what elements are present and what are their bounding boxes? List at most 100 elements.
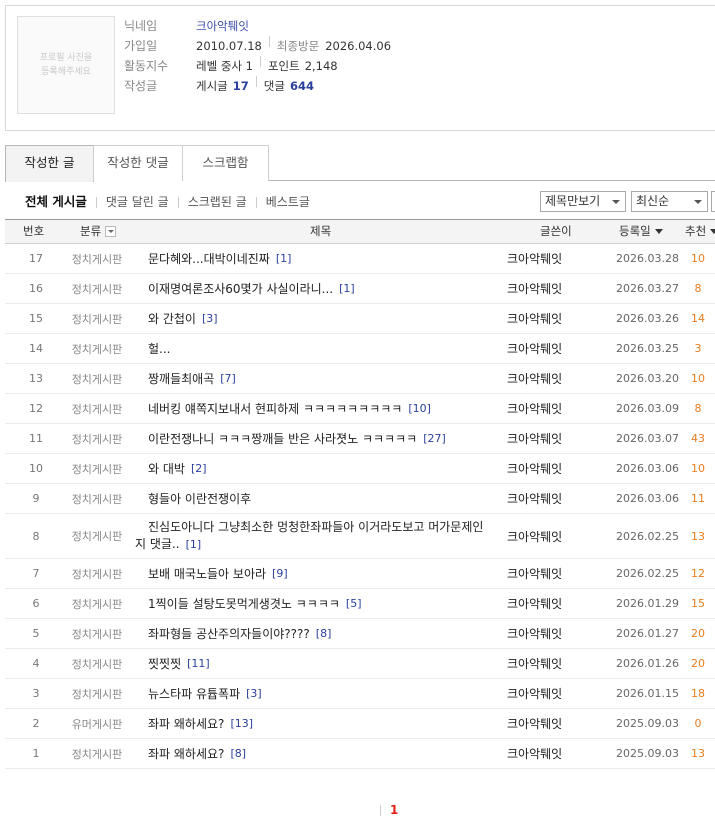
post-author[interactable]: 크아악퉤잇	[507, 304, 597, 333]
post-category[interactable]: 정치게시판	[67, 244, 127, 273]
post-category[interactable]: 정치게시판	[67, 424, 127, 453]
header-recommend[interactable]: 추천	[685, 220, 715, 244]
comment-count[interactable]: 644	[290, 76, 314, 96]
post-category[interactable]: 정치게시판	[67, 394, 127, 423]
post-author[interactable]: 크아악퉤잇	[507, 709, 597, 738]
post-title-cell[interactable]: 1찍이들 설탕도못먹게생겻노 ㅋㅋㅋㅋ [5]	[148, 589, 503, 618]
post-title[interactable]: 이란전쟁나니 ㅋㅋㅋ짱깨들 반은 사라졋노 ㅋㅋㅋㅋㅋ	[148, 430, 417, 447]
post-author[interactable]: 크아악퉤잇	[507, 739, 597, 768]
comment-count-badge[interactable]: [27]	[423, 432, 446, 445]
header-category[interactable]: 분류	[80, 220, 117, 244]
filter-all-posts[interactable]: 전체 게시글	[25, 190, 87, 214]
post-title-cell[interactable]: 형들아 이란전쟁이후	[148, 484, 503, 513]
comment-count-badge[interactable]: [1]	[339, 282, 355, 295]
post-category[interactable]: 정치게시판	[67, 589, 127, 618]
comment-count-badge[interactable]: [10]	[408, 402, 431, 415]
post-category[interactable]: 정치게시판	[67, 514, 127, 558]
post-author[interactable]: 크아악퉤잇	[507, 454, 597, 483]
comment-count-badge[interactable]: [2]	[191, 462, 207, 475]
comment-count-badge[interactable]: [3]	[246, 687, 262, 700]
comment-count-badge[interactable]: [13]	[230, 717, 253, 730]
post-title[interactable]: 좌파 왜하세요?	[148, 745, 224, 762]
comment-count-badge[interactable]: [11]	[187, 657, 210, 670]
post-title[interactable]: 네버킹 얘쪽지보내서 현피하제 ㅋㅋㅋㅋㅋㅋㅋㅋㅋ	[148, 400, 402, 417]
post-title-cell[interactable]: 와 간첩이 [3]	[148, 304, 503, 333]
post-title[interactable]: 뉴스타파 유튭폭파	[148, 685, 240, 702]
post-author[interactable]: 크아악퉤잇	[507, 244, 597, 273]
filter-scrapped-posts[interactable]: 스크랩된 글	[188, 190, 247, 214]
post-title-cell[interactable]: 좌파 왜하세요? [13]	[148, 709, 503, 738]
post-title-cell[interactable]: 좌파 왜하세요? [8]	[148, 739, 503, 768]
comment-count-badge[interactable]: [1]	[276, 252, 292, 265]
post-author[interactable]: 크아악퉤잇	[507, 364, 597, 393]
post-author[interactable]: 크아악퉤잇	[507, 274, 597, 303]
sort-select[interactable]: 최신순	[631, 191, 708, 212]
post-title[interactable]: 와 대박	[148, 460, 185, 477]
page-current[interactable]: 1	[390, 803, 398, 817]
post-category[interactable]: 정치게시판	[67, 739, 127, 768]
post-author[interactable]: 크아악퉤잇	[507, 394, 597, 423]
post-title-cell[interactable]: 이재명여론조사60몇가 사실이라니... [1]	[148, 274, 503, 303]
comment-count-badge[interactable]: [1]	[186, 538, 202, 551]
post-title-cell[interactable]: 헐...	[148, 334, 503, 363]
post-category[interactable]: 정치게시판	[67, 454, 127, 483]
post-title-cell[interactable]: 와 대박 [2]	[148, 454, 503, 483]
post-title-cell[interactable]: 짱깨들최애곡 [7]	[148, 364, 503, 393]
post-category[interactable]: 정치게시판	[67, 619, 127, 648]
post-title-cell[interactable]: 좌파형들 공산주의자들이야???? [8]	[148, 619, 503, 648]
post-title-cell[interactable]: 보배 매국노들아 보아라 [9]	[148, 559, 503, 588]
filter-best-posts[interactable]: 베스트글	[266, 190, 310, 214]
post-category[interactable]: 정치게시판	[67, 649, 127, 678]
post-count[interactable]: 17	[233, 76, 249, 96]
post-author[interactable]: 크아악퉤잇	[507, 589, 597, 618]
post-title[interactable]: 찟찟찟	[148, 655, 181, 672]
post-category[interactable]: 정치게시판	[67, 364, 127, 393]
tab-written-posts[interactable]: 작성한 글	[5, 145, 94, 182]
post-title-cell[interactable]: 뉴스타파 유튭폭파 [3]	[148, 679, 503, 708]
post-author[interactable]: 크아악퉤잇	[507, 619, 597, 648]
post-category[interactable]: 정치게시판	[67, 559, 127, 588]
post-title[interactable]: 와 간첩이	[148, 310, 196, 327]
comment-count-badge[interactable]: [3]	[202, 312, 218, 325]
post-category[interactable]: 정치게시판	[67, 274, 127, 303]
post-category[interactable]: 정치게시판	[67, 484, 127, 513]
view-mode-select[interactable]: 제목만보기	[540, 191, 626, 212]
post-title-wrap[interactable]: 진심도아니다 그냥최소한 멍청한좌파들아 이거라도보고 머가문제인지 댓글..[…	[135, 519, 490, 553]
post-category[interactable]: 정치게시판	[67, 334, 127, 363]
post-author[interactable]: 크아악퉤잇	[507, 424, 597, 453]
post-title[interactable]: 좌파 왜하세요?	[148, 715, 224, 732]
post-title-cell[interactable]: 문다혜와...대박이네진짜 [1]	[148, 244, 503, 273]
post-title-cell[interactable]: 네버킹 얘쪽지보내서 현피하제 ㅋㅋㅋㅋㅋㅋㅋㅋㅋ [10]	[148, 394, 503, 423]
comment-count-badge[interactable]: [5]	[346, 597, 362, 610]
filter-commented-posts[interactable]: 댓글 달린 글	[106, 190, 169, 214]
profile-photo-placeholder[interactable]: 프로필 사진을 등록해주세요	[17, 16, 115, 114]
post-title[interactable]: 형들아 이란전쟁이후	[148, 490, 251, 507]
post-title[interactable]: 좌파형들 공산주의자들이야????	[148, 625, 310, 642]
post-author[interactable]: 크아악퉤잇	[507, 334, 597, 363]
tab-written-comments[interactable]: 작성한 댓글	[93, 145, 183, 181]
post-title-cell[interactable]: 찟찟찟 [11]	[148, 649, 503, 678]
comment-count-badge[interactable]: [7]	[220, 372, 236, 385]
tab-scrap[interactable]: 스크랩함	[182, 145, 269, 181]
post-author[interactable]: 크아악퉤잇	[507, 649, 597, 678]
post-title[interactable]: 1찍이들 설탕도못먹게생겻노 ㅋㅋㅋㅋ	[148, 595, 340, 612]
post-title[interactable]: 이재명여론조사60몇가 사실이라니...	[148, 280, 333, 297]
post-title[interactable]: 문다혜와...대박이네진짜	[148, 250, 270, 267]
post-title-cell[interactable]: 이란전쟁나니 ㅋㅋㅋ짱깨들 반은 사라졋노 ㅋㅋㅋㅋㅋ [27]	[148, 424, 503, 453]
post-title[interactable]: 보배 매국노들아 보아라	[148, 565, 266, 582]
post-author[interactable]: 크아악퉤잇	[507, 484, 597, 513]
post-author[interactable]: 크아악퉤잇	[507, 679, 597, 708]
post-title[interactable]: 짱깨들최애곡	[148, 370, 214, 387]
post-title-cell[interactable]: 진심도아니다 그냥최소한 멍청한좌파들아 이거라도보고 머가문제인지 댓글..[…	[135, 514, 490, 558]
post-category[interactable]: 정치게시판	[67, 679, 127, 708]
extra-control[interactable]	[711, 191, 715, 212]
post-category[interactable]: 정치게시판	[67, 304, 127, 333]
post-title[interactable]: 헐...	[148, 340, 170, 357]
post-author[interactable]: 크아악퉤잇	[507, 514, 597, 558]
category-filter-icon[interactable]	[105, 226, 117, 237]
header-date[interactable]: 등록일	[619, 220, 663, 244]
comment-count-badge[interactable]: [8]	[316, 627, 332, 640]
nickname-value[interactable]: 크아악퉤잇	[196, 16, 249, 36]
post-author[interactable]: 크아악퉤잇	[507, 559, 597, 588]
comment-count-badge[interactable]: [8]	[230, 747, 246, 760]
